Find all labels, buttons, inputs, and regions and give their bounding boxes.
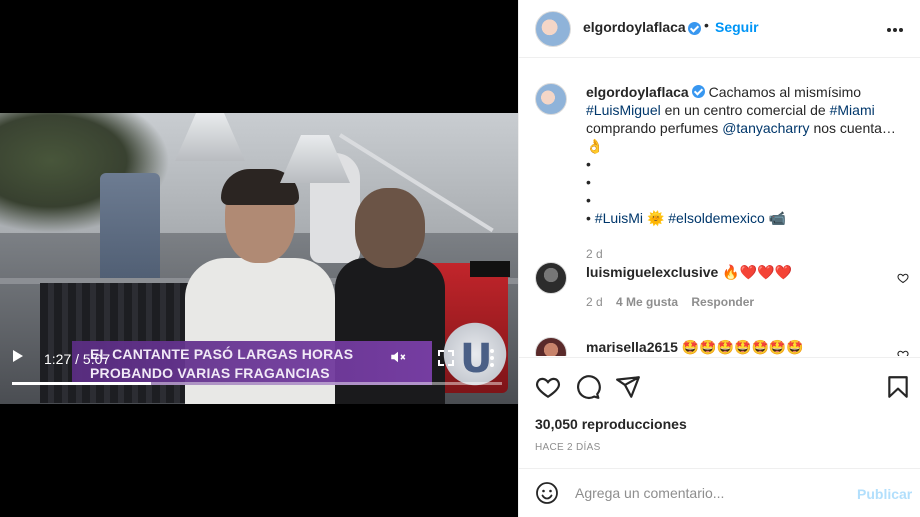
- comment-likes[interactable]: 4 Me gusta: [616, 295, 678, 309]
- post-panel: elgordoylaflaca • Seguir elgordoylaflaca…: [518, 0, 920, 517]
- verified-icon: [691, 85, 705, 98]
- video-time: 1:27 / 5:07: [44, 351, 111, 367]
- play-icon[interactable]: [13, 350, 23, 362]
- hashtag-luismi[interactable]: #LuisMi: [595, 210, 643, 226]
- post-date[interactable]: HACE 2 DÍAS: [535, 442, 601, 453]
- separator-dot: •: [704, 17, 709, 33]
- comment-body: luismiguelexclusive 🔥❤️❤️❤️: [586, 264, 792, 281]
- author-username[interactable]: elgordoylaflaca: [583, 19, 686, 35]
- comment-time[interactable]: 2 d: [586, 295, 603, 309]
- heart-icon[interactable]: [897, 272, 909, 284]
- caption-mid2: comprando perfumes: [586, 120, 719, 136]
- video-progress-fill: [12, 382, 151, 385]
- hashtag-luismiguel[interactable]: #LuisMiguel: [586, 102, 661, 118]
- camera-emoji: 📹: [768, 210, 787, 226]
- comment-text: 🔥❤️❤️❤️: [722, 264, 792, 280]
- add-comment-bar: Publicar: [519, 468, 920, 517]
- hashtag-elsoldemexico[interactable]: #elsoldemexico: [668, 210, 765, 226]
- caption-lead: Cachamos al mismísimo: [708, 84, 862, 100]
- share-icon[interactable]: [615, 374, 641, 400]
- comment-username[interactable]: marisella2615: [586, 339, 678, 355]
- fullscreen-icon[interactable]: [438, 350, 454, 366]
- comment-meta: 2 d 4 Me gusta Responder: [586, 295, 764, 309]
- more-horizontal-icon[interactable]: [887, 19, 905, 37]
- comment-input[interactable]: [575, 481, 845, 505]
- heart-icon[interactable]: [535, 374, 561, 400]
- video-controls: 1:27 / 5:07: [0, 340, 518, 390]
- caption-bullet: •: [586, 192, 591, 208]
- post-header: elgordoylaflaca • Seguir: [519, 0, 920, 58]
- follow-button[interactable]: Seguir: [715, 19, 759, 35]
- mute-icon[interactable]: [388, 348, 408, 368]
- view-count[interactable]: 30,050 reproducciones: [535, 416, 687, 432]
- author-avatar[interactable]: [535, 83, 567, 115]
- post-actions: 30,050 reproducciones HACE 2 DÍAS: [519, 357, 920, 467]
- video-jeans-display: [100, 173, 160, 293]
- commenter-avatar[interactable]: [535, 337, 567, 356]
- commenter-avatar[interactable]: [535, 262, 567, 294]
- sun-emoji: 🌞: [646, 210, 665, 226]
- mention-tanyacharry[interactable]: @tanyacharry: [722, 120, 809, 136]
- publish-button[interactable]: Publicar: [857, 486, 912, 502]
- reply-button[interactable]: Responder: [691, 295, 754, 309]
- caption-mid1: en un centro comercial de: [664, 102, 826, 118]
- bookmark-icon[interactable]: [885, 374, 911, 400]
- heart-icon[interactable]: [897, 349, 909, 356]
- caption-bullet: •: [586, 174, 591, 190]
- comment-icon[interactable]: [575, 374, 601, 400]
- comments-scroll-area[interactable]: elgordoylaflaca Cachamos al mismísimo #L…: [519, 59, 920, 356]
- comment-username[interactable]: luismiguelexclusive: [586, 264, 718, 280]
- video-player[interactable]: EL CANTANTE PASÓ LARGAS HORAS PROBANDO V…: [0, 0, 518, 517]
- hashtag-miami[interactable]: #Miami: [830, 102, 875, 118]
- author-avatar[interactable]: [535, 11, 571, 47]
- more-vertical-icon[interactable]: [488, 348, 496, 368]
- caption-username[interactable]: elgordoylaflaca: [586, 84, 689, 100]
- caption-bullet: •: [586, 156, 591, 172]
- caption-bullet: •: [586, 210, 591, 226]
- comment-body: marisella2615 🤩🤩🤩🤩🤩🤩🤩: [586, 339, 804, 356]
- caption-timestamp[interactable]: 2 d: [586, 247, 603, 261]
- verified-icon: [688, 22, 701, 35]
- emoji-icon[interactable]: [535, 481, 559, 505]
- caption-text: elgordoylaflaca Cachamos al mismísimo #L…: [586, 83, 916, 227]
- video-progress-bar[interactable]: [12, 382, 502, 385]
- video-store-sign: [470, 261, 510, 277]
- comment-text: 🤩🤩🤩🤩🤩🤩🤩: [681, 339, 804, 355]
